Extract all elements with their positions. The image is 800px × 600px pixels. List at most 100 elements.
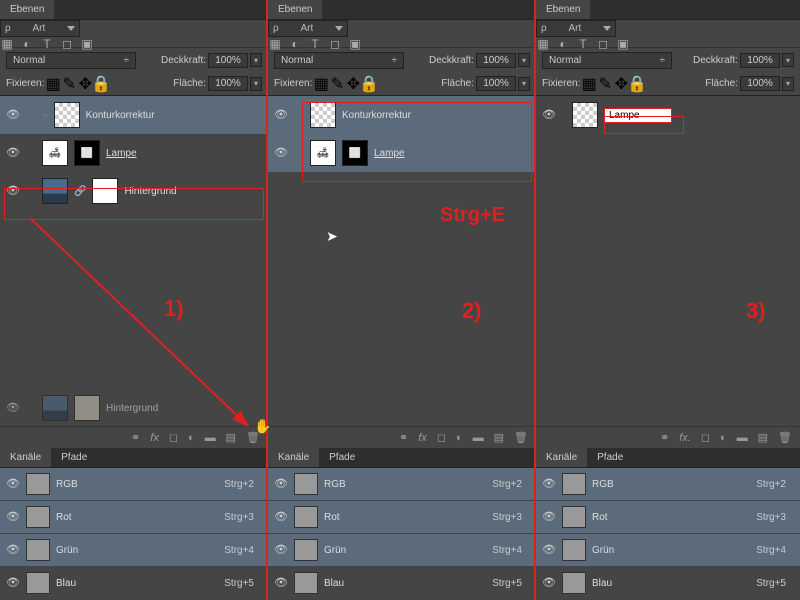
link-button[interactable]: ⚭ bbox=[399, 431, 408, 444]
layer-thumb[interactable] bbox=[310, 102, 336, 128]
channel-row[interactable]: 👁BlauStrg+5 bbox=[536, 567, 800, 600]
visibility-icon[interactable]: 👁 bbox=[6, 108, 20, 122]
mask-button[interactable]: ◻ bbox=[437, 431, 446, 444]
mask-thumb[interactable]: ⬜ bbox=[342, 140, 368, 166]
layer-row[interactable]: 👁 🛋 ⬜ Lampe bbox=[268, 134, 536, 172]
channel-row[interactable]: 👁BlauStrg+5 bbox=[268, 567, 536, 600]
adjust-button[interactable]: ◐ bbox=[188, 432, 195, 444]
new-button[interactable]: ▤ bbox=[226, 431, 236, 444]
layer-name[interactable]: Lampe bbox=[374, 148, 405, 159]
opacity-value[interactable]: 100% bbox=[208, 53, 248, 68]
group-button[interactable]: ▬ bbox=[473, 432, 484, 444]
new-button[interactable]: ▤ bbox=[494, 431, 504, 444]
filter-shape-icon[interactable]: ◻ bbox=[328, 37, 342, 51]
layer-row[interactable]: 👁 🛋 ⬜ Lampe bbox=[0, 134, 268, 172]
fx-button[interactable]: fx. bbox=[679, 432, 691, 444]
panel-tab[interactable]: Ebenen bbox=[0, 0, 54, 19]
channel-row[interactable]: 👁RotStrg+3 bbox=[536, 501, 800, 534]
mask-button[interactable]: ◻ bbox=[169, 431, 178, 444]
trash-button[interactable]: 🗑 bbox=[514, 431, 528, 444]
filter-smart-icon[interactable]: ▣ bbox=[80, 37, 94, 51]
lock-trans-icon[interactable]: ▦ bbox=[46, 77, 60, 91]
adjust-button[interactable]: ◐ bbox=[456, 432, 463, 444]
filter-kind-select[interactable]: ρArt bbox=[268, 20, 348, 37]
paths-tab[interactable]: Pfade bbox=[587, 448, 633, 467]
visibility-icon[interactable]: 👁 bbox=[274, 108, 288, 122]
layer-thumb[interactable] bbox=[42, 178, 68, 204]
link-button[interactable]: ⚭ bbox=[660, 431, 669, 444]
fill-dd[interactable]: ▾ bbox=[250, 77, 262, 91]
fill-dd[interactable]: ▾ bbox=[782, 77, 794, 91]
visibility-icon[interactable]: 👁 bbox=[274, 146, 288, 160]
opacity-dd[interactable]: ▾ bbox=[250, 53, 262, 67]
filter-shape-icon[interactable]: ◻ bbox=[596, 37, 610, 51]
lock-all-icon[interactable]: 🔒 bbox=[94, 77, 108, 91]
layer-row[interactable]: 👁 🔗 Hintergrund bbox=[0, 172, 268, 210]
lock-move-icon[interactable]: ✥ bbox=[78, 77, 92, 91]
layer-row[interactable]: 👁 ⤷ Konturkorrektur bbox=[0, 96, 268, 134]
lock-paint-icon[interactable]: ✎ bbox=[598, 77, 612, 91]
opacity-value[interactable]: 100% bbox=[740, 53, 780, 68]
opacity-dd[interactable]: ▾ bbox=[782, 53, 794, 67]
visibility-icon[interactable]: 👁 bbox=[6, 184, 20, 198]
filter-adjust-icon[interactable]: ◐ bbox=[556, 37, 570, 51]
opacity-value[interactable]: 100% bbox=[476, 53, 516, 68]
channel-row[interactable]: 👁BlauStrg+5 bbox=[0, 567, 268, 600]
adjust-button[interactable]: ◐ bbox=[720, 432, 727, 444]
filter-type-icon[interactable]: T bbox=[308, 37, 322, 51]
filter-type-icon[interactable]: T bbox=[576, 37, 590, 51]
layer-name[interactable]: Konturkorrektur bbox=[342, 110, 411, 121]
lock-paint-icon[interactable]: ✎ bbox=[330, 77, 344, 91]
layer-row[interactable]: 👁 bbox=[536, 96, 800, 134]
layer-thumb[interactable]: 🛋 bbox=[310, 140, 336, 166]
paths-tab[interactable]: Pfade bbox=[319, 448, 365, 467]
lock-trans-icon[interactable]: ▦ bbox=[314, 77, 328, 91]
channel-row[interactable]: 👁RGBStrg+2 bbox=[0, 468, 268, 501]
panel-tab[interactable]: Ebenen bbox=[268, 0, 322, 19]
channel-row[interactable]: 👁RGBStrg+2 bbox=[536, 468, 800, 501]
filter-adjust-icon[interactable]: ◐ bbox=[20, 37, 34, 51]
lock-trans-icon[interactable]: ▦ bbox=[582, 77, 596, 91]
fill-value[interactable]: 100% bbox=[740, 76, 780, 91]
blend-mode-select[interactable]: Normal÷ bbox=[274, 52, 404, 69]
group-button[interactable]: ▬ bbox=[737, 432, 748, 444]
paths-tab[interactable]: Pfade bbox=[51, 448, 97, 467]
channel-row[interactable]: 👁GrünStrg+4 bbox=[268, 534, 536, 567]
lock-paint-icon[interactable]: ✎ bbox=[62, 77, 76, 91]
layer-thumb[interactable]: 🛋 bbox=[42, 140, 68, 166]
opacity-dd[interactable]: ▾ bbox=[518, 53, 530, 67]
visibility-icon[interactable]: 👁 bbox=[6, 146, 20, 160]
layer-name[interactable]: Hintergrund bbox=[124, 186, 176, 197]
fx-button[interactable]: fx bbox=[418, 432, 427, 444]
lock-all-icon[interactable]: 🔒 bbox=[362, 77, 376, 91]
lock-all-icon[interactable]: 🔒 bbox=[630, 77, 644, 91]
channels-tab[interactable]: Kanäle bbox=[268, 448, 319, 467]
mask-button[interactable]: ◻ bbox=[701, 431, 710, 444]
channel-row[interactable]: 👁RotStrg+3 bbox=[268, 501, 536, 534]
fill-dd[interactable]: ▾ bbox=[518, 77, 530, 91]
channel-row[interactable]: 👁RGBStrg+2 bbox=[268, 468, 536, 501]
layer-rename-input[interactable] bbox=[604, 108, 672, 123]
trash-button[interactable]: 🗑 bbox=[778, 431, 792, 444]
panel-tab[interactable]: Ebenen bbox=[536, 0, 590, 19]
mask-thumb[interactable]: ⬜ bbox=[74, 140, 100, 166]
filter-pixel-icon[interactable]: ▦ bbox=[536, 37, 550, 51]
filter-shape-icon[interactable]: ◻ bbox=[60, 37, 74, 51]
filter-kind-select[interactable]: ρArt bbox=[0, 20, 80, 37]
lock-move-icon[interactable]: ✥ bbox=[346, 77, 360, 91]
channel-row[interactable]: 👁GrünStrg+4 bbox=[536, 534, 800, 567]
link-button[interactable]: ⚭ bbox=[131, 431, 140, 444]
lock-move-icon[interactable]: ✥ bbox=[614, 77, 628, 91]
blend-mode-select[interactable]: Normal÷ bbox=[6, 52, 136, 69]
layer-thumb[interactable] bbox=[54, 102, 80, 128]
visibility-icon[interactable]: 👁 bbox=[542, 108, 556, 122]
filter-pixel-icon[interactable]: ▦ bbox=[0, 37, 14, 51]
channels-tab[interactable]: Kanäle bbox=[536, 448, 587, 467]
group-button[interactable]: ▬ bbox=[205, 432, 216, 444]
filter-kind-select[interactable]: ρArt bbox=[536, 20, 616, 37]
channel-row[interactable]: 👁GrünStrg+4 bbox=[0, 534, 268, 567]
filter-smart-icon[interactable]: ▣ bbox=[348, 37, 362, 51]
channel-row[interactable]: 👁RotStrg+3 bbox=[0, 501, 268, 534]
layer-row[interactable]: 👁 Konturkorrektur bbox=[268, 96, 536, 134]
filter-adjust-icon[interactable]: ◐ bbox=[288, 37, 302, 51]
